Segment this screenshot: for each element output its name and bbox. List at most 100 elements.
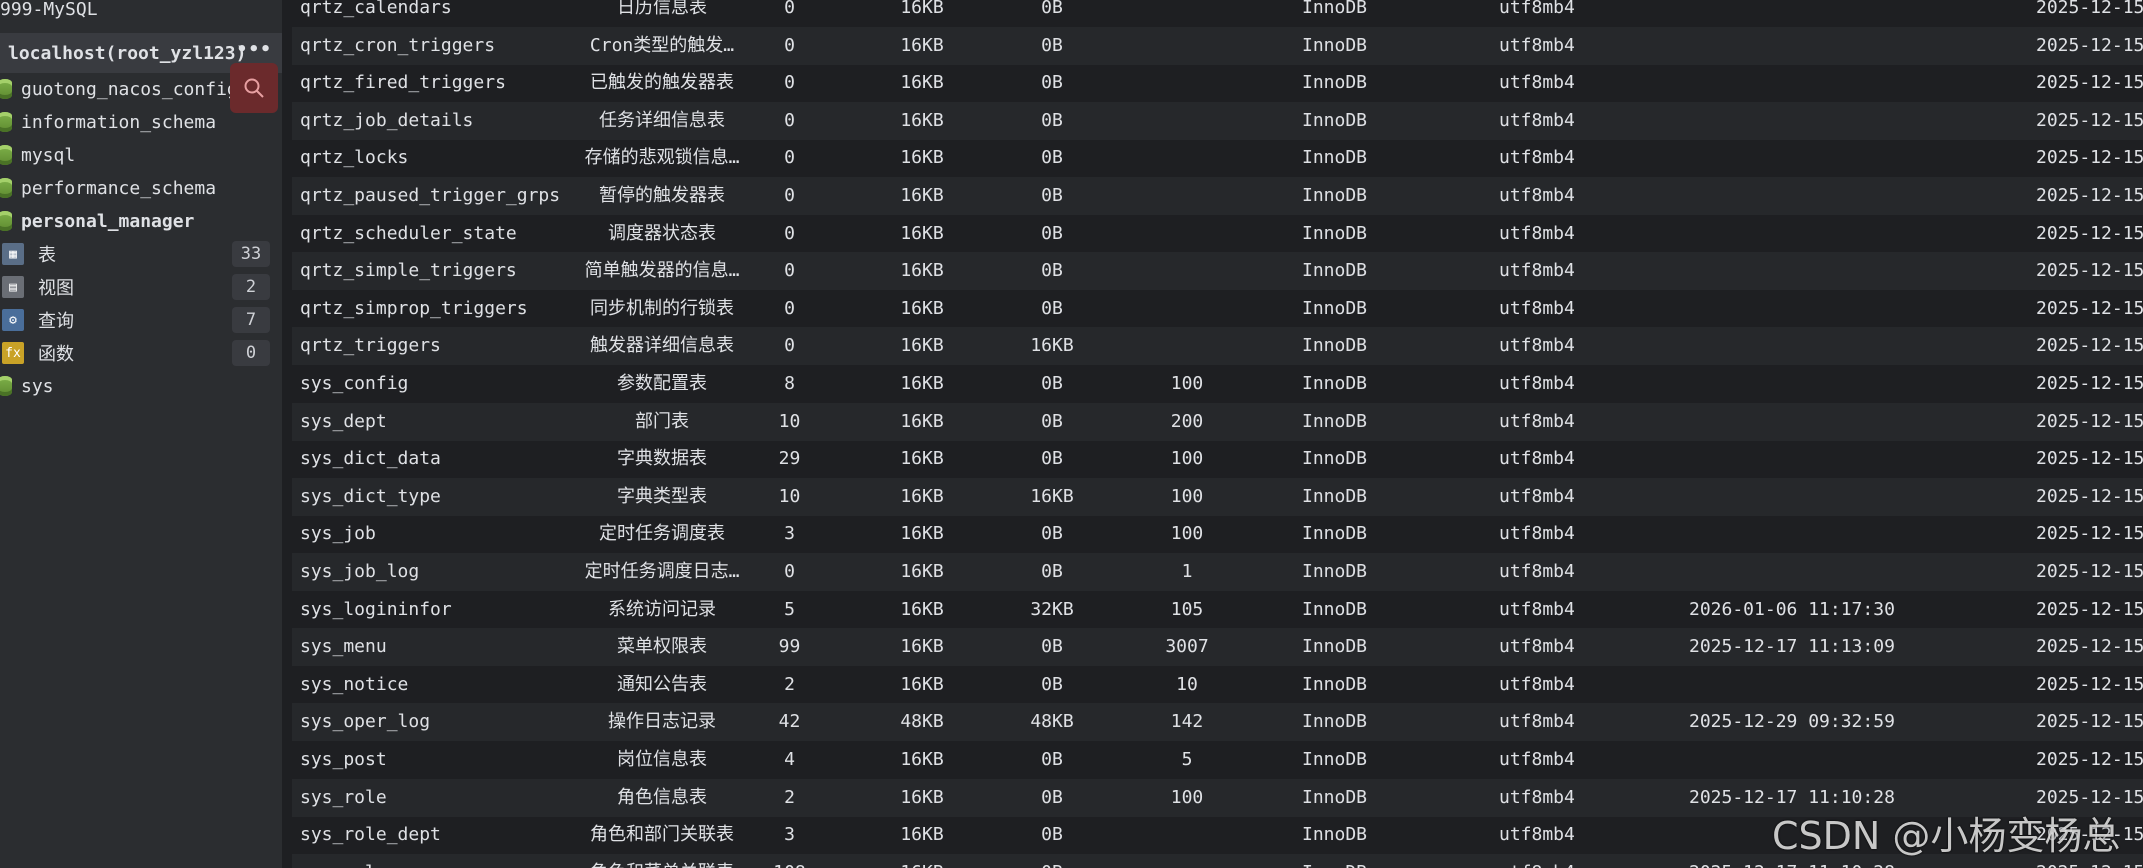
sidebar-item-label: 表 bbox=[38, 245, 56, 266]
modified-time-cell bbox=[1689, 27, 1919, 65]
created-time-cell: 2025-12-15 bbox=[2036, 260, 2143, 282]
auto-increment-cell: 100 bbox=[1170, 786, 1204, 808]
collation-cell: utf8mb4 bbox=[1499, 297, 1575, 319]
engine-cell: InnoDB bbox=[1302, 854, 1422, 868]
created-time-cell: 2025-12-15 bbox=[2036, 561, 2143, 582]
index-length-cell: 0B bbox=[1041, 222, 1063, 244]
table-row[interactable]: qrtz_simprop_triggers 同步机制的行锁表 0 16KB 0B Inno… bbox=[292, 290, 2143, 328]
more-options-button[interactable]: ••• bbox=[236, 39, 272, 60]
engine-cell: InnoDB bbox=[1302, 824, 1368, 846]
row-count-cell: 3 bbox=[784, 824, 795, 846]
table-row[interactable]: qrtz_calendars 日历信息表 0 16KB 0B InnoDB utf8mb4 2… bbox=[292, 0, 2143, 27]
modified-time-cell bbox=[1689, 102, 1919, 140]
table-row[interactable]: qrtz_locks 存储的悲观锁信息… 0 16KB 0B InnoDB utf8mb4 2… bbox=[292, 139, 2143, 177]
query-icon: ⚙ bbox=[2, 309, 24, 331]
auto-increment-cell bbox=[1112, 327, 1262, 365]
table-row[interactable]: qrtz_simple_triggers 简单触发器的信息… 0 16KB 0B Inno… bbox=[292, 252, 2143, 291]
auto-increment-cell: 100 bbox=[1170, 485, 1204, 507]
table-row[interactable]: qrtz_fired_triggers 已触发的触发器表 0 16KB 0B InnoDB… bbox=[292, 64, 2143, 102]
auto-increment-cell: 100 bbox=[1170, 448, 1204, 470]
modified-time-cell: 2025-12-17 11:13:09 bbox=[1689, 636, 1895, 658]
data-length-cell: 16KB bbox=[900, 749, 944, 770]
comment-cell: 字典类型表 bbox=[617, 485, 707, 507]
collation-cell: utf8mb4 bbox=[1499, 786, 1575, 808]
collation-cell: utf8mb4 bbox=[1499, 410, 1575, 432]
row-count-cell: 29 bbox=[778, 448, 801, 470]
collation-cell: utf8mb4 bbox=[1499, 147, 1575, 169]
table-row[interactable]: sys_post 岗位信息表 4 16KB 0B 5 InnoDB utf8mb4 2025-1… bbox=[292, 741, 2143, 779]
database-icon bbox=[0, 376, 12, 396]
comment-cell: 暂停的触发器表 bbox=[599, 185, 725, 206]
table-name-cell: qrtz_calendars bbox=[300, 0, 452, 18]
table-row[interactable]: sys_notice 通知公告表 2 16KB 0B 10 InnoDB utf8mb4 202… bbox=[292, 666, 2143, 704]
database-icon bbox=[0, 79, 12, 99]
modified-time-cell bbox=[1689, 177, 1919, 215]
table-row[interactable]: sys_oper_log 操作日志记录 42 48KB 48KB 142 InnoDB utf… bbox=[292, 703, 2143, 742]
engine-cell: InnoDB bbox=[1302, 185, 1368, 206]
engine-cell: InnoDB bbox=[1302, 34, 1368, 56]
comment-cell: 通知公告表 bbox=[617, 673, 707, 695]
database-name: guotong_nacos_config bbox=[21, 78, 238, 100]
data-length-cell: 16KB bbox=[900, 72, 944, 94]
connection-title[interactable]: 999-MySQL bbox=[0, 0, 98, 28]
comment-cell: 日历信息表 bbox=[617, 0, 707, 18]
table-row[interactable]: qrtz_paused_trigger_grps 暂停的触发器表 0 16KB 0B In… bbox=[292, 177, 2143, 215]
engine-cell: InnoDB bbox=[1302, 448, 1368, 470]
data-length-cell: 16KB bbox=[900, 448, 944, 470]
auto-increment-cell bbox=[1112, 854, 1262, 868]
row-count-cell: 3 bbox=[784, 523, 795, 545]
table-row[interactable]: qrtz_cron_triggers Cron类型的触发… 0 16KB 0B InnoD… bbox=[292, 26, 2143, 65]
modified-time-cell bbox=[1689, 741, 1919, 779]
table-name-cell: qrtz_triggers bbox=[300, 335, 441, 357]
created-time-cell: 2025-12-15 bbox=[2036, 0, 2143, 18]
created-time-cell: 2025-12-15 bbox=[2036, 185, 2143, 206]
modified-time-cell bbox=[1689, 515, 1919, 553]
sidebar-item-label: 视图 bbox=[38, 278, 74, 299]
table-row[interactable]: sys_job_log 定时任务调度日志… 0 16KB 0B 1 InnoDB utf8mb… bbox=[292, 553, 2143, 591]
search-icon bbox=[244, 78, 264, 98]
row-count-cell: 0 bbox=[784, 109, 795, 131]
row-count-cell: 0 bbox=[784, 72, 795, 94]
collation-cell: utf8mb4 bbox=[1499, 561, 1575, 582]
table-row[interactable]: sys_dept 部门表 10 16KB 0B 200 InnoDB utf8mb4 2025-… bbox=[292, 402, 2143, 441]
index-length-cell: 0B bbox=[1012, 854, 1092, 868]
database-name: personal_manager bbox=[21, 210, 195, 232]
row-count-cell: 10 bbox=[778, 410, 801, 432]
created-time-cell: 2025-12-15 bbox=[2036, 297, 2143, 319]
created-time-cell: 2025-12-15 bbox=[2036, 636, 2143, 658]
table-row[interactable]: sys_menu 菜单权限表 99 16KB 0B 3007 InnoDB utf8mb4 20… bbox=[292, 628, 2143, 667]
table-row[interactable]: sys_config 参数配置表 8 16KB 0B 100 InnoDB utf8mb4 20… bbox=[292, 365, 2143, 403]
table-row[interactable]: sys_dict_type 字典类型表 10 16KB 16KB 100 InnoDB utf… bbox=[292, 477, 2143, 516]
row-count-cell: 8 bbox=[784, 373, 795, 394]
auto-increment-cell: 142 bbox=[1170, 711, 1204, 733]
table-row[interactable]: qrtz_scheduler_state 调度器状态表 0 16KB 0B InnoDB u… bbox=[292, 215, 2143, 253]
table-row[interactable]: qrtz_triggers 触发器详细信息表 0 16KB 16KB InnoDB utf8… bbox=[292, 327, 2143, 366]
created-time-cell: 2025-12-15 bbox=[2036, 711, 2143, 733]
table-row[interactable]: sys_job 定时任务调度表 3 16KB 0B 100 InnoDB utf8mb4 202… bbox=[292, 515, 2143, 553]
data-length-cell: 16KB bbox=[900, 222, 944, 244]
table-row[interactable]: sys_dict_data 字典数据表 29 16KB 0B 100 InnoDB utf8m… bbox=[292, 440, 2143, 478]
collation-cell: utf8mb4 bbox=[1499, 373, 1575, 394]
index-length-cell: 48KB bbox=[1030, 711, 1074, 733]
modified-time-cell bbox=[1689, 290, 1919, 328]
database-item[interactable]: sys bbox=[0, 367, 54, 405]
index-length-cell: 0B bbox=[1041, 636, 1063, 658]
row-count-cell: 0 bbox=[784, 185, 795, 206]
created-time-cell: 2025-12-15 bbox=[2036, 335, 2143, 357]
auto-increment-cell bbox=[1112, 177, 1262, 215]
table-row[interactable]: sys_logininfor 系统访问记录 5 16KB 32KB 105 InnoDB ut… bbox=[292, 591, 2143, 629]
engine-cell: InnoDB bbox=[1302, 561, 1368, 582]
index-length-cell: 0B bbox=[1041, 147, 1063, 169]
table-row[interactable]: qrtz_job_details 任务详细信息表 0 16KB 0B InnoDB utf8… bbox=[292, 101, 2143, 140]
auto-increment-cell bbox=[1112, 139, 1262, 177]
search-button[interactable] bbox=[230, 63, 278, 113]
data-length-cell: 16KB bbox=[900, 485, 944, 507]
collation-cell: utf8mb4 bbox=[1499, 109, 1575, 131]
data-length-cell: 16KB bbox=[900, 523, 944, 545]
tables-grid: qrtz_calendars 日历信息表 0 16KB 0B InnoDB utf8mb4 2… bbox=[292, 0, 2143, 868]
data-length-cell: 48KB bbox=[900, 711, 944, 733]
engine-cell: InnoDB bbox=[1302, 749, 1368, 770]
engine-cell: InnoDB bbox=[1302, 109, 1368, 131]
index-length-cell: 0B bbox=[1041, 297, 1063, 319]
data-length-cell: 16KB bbox=[882, 854, 962, 868]
